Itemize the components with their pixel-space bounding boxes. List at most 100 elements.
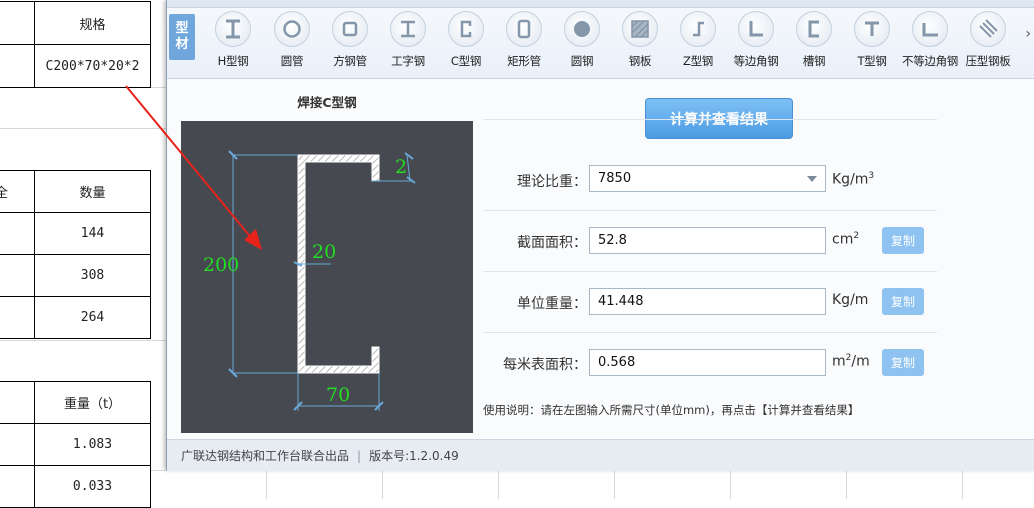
density-select[interactable]: 7850 [589,165,826,192]
area-unit-sup: 2 [853,231,860,241]
qty-value: 308 [80,268,105,283]
tool-steel-plate[interactable]: 钢板 [612,8,668,68]
tool-label: 压型钢板 [965,54,1011,68]
tool-label: 工字钢 [391,54,425,68]
weight-cell[interactable]: 0.033 [34,465,151,508]
tool-equal-angle[interactable]: 等边角钢 [728,8,784,68]
density-unit-text: Kg/m [832,171,869,188]
rect-tube-icon [506,11,542,47]
tool-label: 不等边角钢 [902,54,958,68]
area-label: 截面面积： [517,235,587,251]
tool-label: H型钢 [217,54,249,68]
weight-header-cell[interactable]: 重量（t） [34,381,151,424]
tool-round-bar[interactable]: 圆钢 [554,8,610,68]
area-field[interactable]: 52.8 [589,227,826,254]
sheet-cell[interactable] [0,296,35,339]
qty-cell[interactable]: 144 [34,212,151,255]
area-unit: cm2 [832,231,859,248]
equal-angle-icon [738,11,774,47]
qty-header-text: 数量 [79,186,106,201]
sheet-cell[interactable] [0,1,35,45]
thickness-value[interactable]: 2 [395,156,407,178]
density-unit: Kg/m3 [832,171,874,188]
footer-divider: | [357,448,362,463]
profile-category-tab[interactable]: 型 材 [169,14,195,60]
sheet-cell[interactable] [0,212,35,255]
round-bar-icon [564,11,600,47]
tool-label: 圆管 [280,54,304,68]
copy-surface-button[interactable]: 复制 [882,349,924,376]
tool-label: 方钢管 [333,54,367,68]
copy-area-button[interactable]: 复制 [882,227,924,254]
tool-label: 等边角钢 [733,54,779,68]
surface-unit-post: /m [851,353,870,370]
spec-value-cell[interactable]: C200*70*20*2 [34,44,151,88]
c-section-drawing: 200 20 2 70 [203,150,416,411]
copy-unit-weight-button[interactable]: 复制 [882,288,924,315]
qty-value: 144 [80,226,105,241]
qty-cell[interactable]: 264 [34,296,151,339]
tool-profiled-sheet[interactable]: 压型钢板 [960,8,1016,68]
tool-label: 钢板 [628,54,652,68]
tool-h-beam[interactable]: H型钢 [205,8,261,68]
calculator-body: 焊接C型钢 200 20 2 70 计算并查看结果 理论比重： 7850 Kg/… [167,79,1034,439]
tool-round-tube[interactable]: 圆管 [264,8,320,68]
divider [483,332,937,333]
side-tab-text: 型 [175,21,189,36]
sheet-cell[interactable] [0,254,35,297]
tool-c-channel[interactable]: C型钢 [438,8,494,68]
profiled-sheet-icon [970,11,1006,47]
surface-unit: m2/m [832,353,870,370]
weight-cell[interactable]: 1.083 [34,423,151,466]
tool-square-tube[interactable]: 方钢管 [322,8,378,68]
usage-instructions: 使用说明：请在左图输入所需尺寸(单位mm)，再点击【计算并查看结果】 [483,403,860,417]
divider [483,119,937,120]
i-beam-icon [390,11,426,47]
t-section-icon [854,11,890,47]
surface-field[interactable]: 0.568 [589,349,826,376]
weight-value: 0.033 [72,479,113,494]
area-unit-text: cm [832,231,854,248]
lip-value[interactable]: 20 [312,241,336,263]
qty-header-cell[interactable]: 数量 [34,170,151,213]
area-value: 52.8 [598,233,627,248]
steel-calculator-window: 型 材 H型钢 圆管 方钢管 工字钢 C型钢 矩形管 圆钢 钢板 Z型钢 等边角… [166,0,1034,471]
spec-header-cell[interactable]: 规格 [34,1,151,45]
tool-label: C型钢 [450,54,482,68]
weight-value: 1.083 [72,437,113,452]
spec-value-text: C200*70*20*2 [45,58,140,74]
width-value[interactable]: 70 [326,384,350,406]
tool-channel[interactable]: 槽钢 [786,8,842,68]
diagram-title: 焊接C型钢 [297,95,357,110]
divider [483,271,937,272]
grid-line [0,128,166,129]
credit-text: 广联达钢结构和工作台联合出品 [181,449,350,463]
qty-cell[interactable]: 308 [34,254,151,297]
sheet-cell[interactable] [0,423,35,466]
tool-unequal-angle[interactable]: 不等边角钢 [902,8,958,68]
spec-header-text: 规格 [79,17,106,33]
surface-label: 每米表面积： [503,357,587,373]
sheet-cell[interactable] [0,44,35,88]
sheet-cell[interactable] [0,465,35,508]
tool-label: Z型钢 [683,54,713,68]
c-channel-icon [448,11,484,47]
section-toolbar: 型 材 H型钢 圆管 方钢管 工字钢 C型钢 矩形管 圆钢 钢板 Z型钢 等边角… [167,0,1034,79]
tool-t-section[interactable]: T型钢 [844,8,900,68]
tool-z-section[interactable]: Z型钢 [670,8,726,68]
partial-header-text: 全 [0,186,9,201]
steel-plate-icon [622,11,658,47]
tool-i-beam[interactable]: 工字钢 [380,8,436,68]
side-tab-text: 材 [175,37,189,52]
tool-rect-tube[interactable]: 矩形管 [496,8,552,68]
version-text: 版本号:1.2.0.49 [369,449,459,463]
tool-label: 槽钢 [802,54,826,68]
chevron-right-icon[interactable]: › [1025,26,1031,42]
divider [483,210,937,211]
sheet-cell[interactable] [0,381,35,424]
unit-weight-field[interactable]: 41.448 [589,288,826,315]
height-value[interactable]: 200 [203,254,239,276]
square-tube-icon [332,11,368,47]
sheet-cell[interactable]: 全 [0,170,35,213]
tool-label: 圆钢 [570,54,594,68]
